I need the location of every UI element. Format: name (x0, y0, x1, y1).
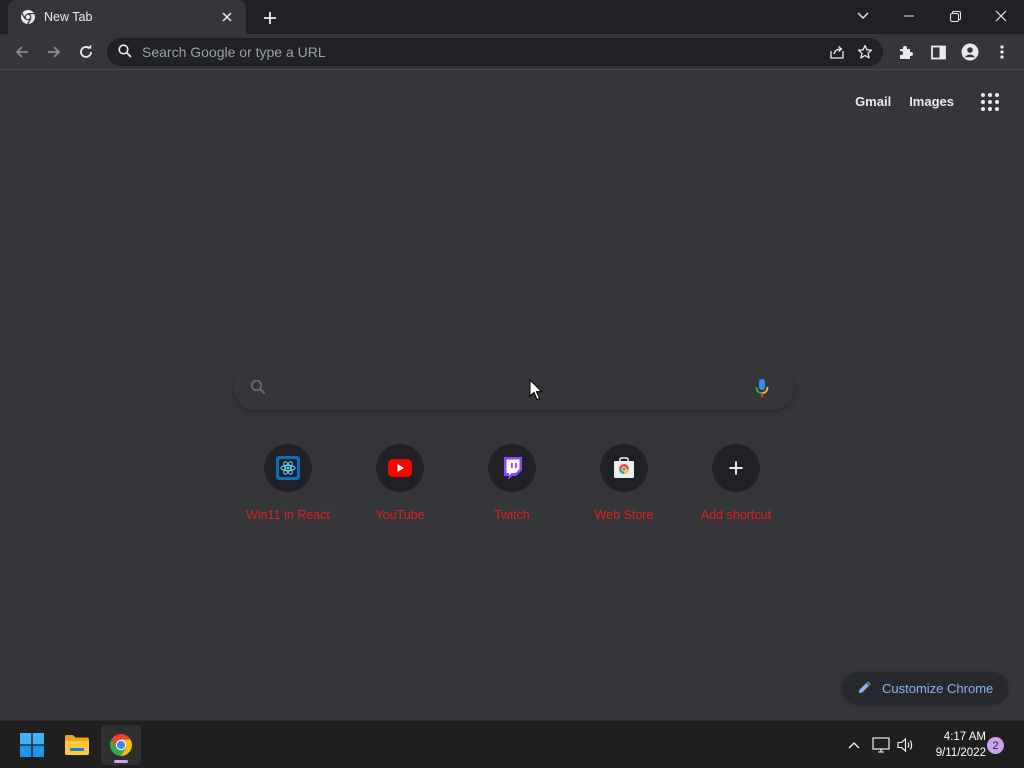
shortcut-web-store[interactable]: Web Store (568, 444, 680, 532)
windows-taskbar: 4:17 AM 9/11/2022 2 (0, 720, 1024, 768)
menu-button[interactable] (988, 38, 1016, 66)
star-icon[interactable] (851, 38, 879, 66)
tab-new-tab[interactable]: New Tab (8, 0, 246, 34)
search-input[interactable] (278, 366, 752, 410)
new-tab-button[interactable] (258, 6, 282, 30)
shortcut-label: Web Store (594, 508, 654, 522)
chrome-icon (20, 9, 36, 25)
shortcut-label: Add shortcut (700, 508, 772, 522)
show-hidden-icons-button[interactable] (842, 733, 866, 757)
arrow-right-icon (46, 44, 62, 60)
close-icon (995, 10, 1007, 22)
omnibox[interactable]: Search Google or type a URL (107, 38, 883, 66)
restore-button[interactable] (932, 0, 978, 32)
reload-icon (78, 44, 94, 60)
pencil-icon (858, 680, 874, 696)
omnibox-placeholder[interactable]: Search Google or type a URL (142, 44, 823, 60)
browser-toolbar: Search Google or type a URL (0, 34, 1024, 70)
chrome-icon (109, 733, 133, 757)
react-logo-icon (276, 456, 300, 480)
arrow-left-icon (14, 44, 30, 60)
clock-time: 4:17 AM (943, 731, 986, 743)
ntp-header-links: Gmail Images (855, 92, 954, 111)
tab-search-button[interactable] (840, 0, 886, 32)
shortcut-win11-in-react[interactable]: Win11 in React (232, 444, 344, 532)
file-explorer-button[interactable] (57, 725, 97, 765)
twitch-icon (501, 456, 523, 480)
customize-chrome-button[interactable]: Customize Chrome (842, 672, 1008, 704)
shortcut-label: YouTube (375, 508, 425, 522)
network-icon (872, 737, 890, 753)
extensions-icon (898, 44, 914, 60)
ntp-search-box[interactable] (234, 366, 794, 410)
shortcut-label: Twitch (494, 508, 530, 522)
system-clock[interactable]: 4:17 AM 9/11/2022 (924, 729, 986, 761)
extensions-button[interactable] (892, 38, 920, 66)
gmail-link[interactable]: Gmail (855, 92, 891, 111)
share-icon[interactable] (823, 38, 851, 66)
chrome-taskbar-button[interactable] (101, 725, 141, 765)
apps-grid-icon[interactable] (976, 88, 1004, 116)
profile-icon (961, 43, 979, 61)
restore-icon (949, 10, 961, 22)
close-window-button[interactable] (978, 0, 1024, 32)
search-icon (250, 379, 268, 397)
shortcuts-grid: Win11 in React YouTube Twitch Web Store … (232, 444, 792, 532)
tab-strip: New Tab (0, 0, 1024, 34)
volume-button[interactable] (894, 733, 918, 757)
active-indicator (114, 760, 128, 763)
chevron-down-icon (857, 12, 869, 20)
back-button[interactable] (8, 38, 36, 66)
shortcut-youtube[interactable]: YouTube (344, 444, 456, 532)
notification-badge[interactable]: 2 (987, 737, 1004, 754)
volume-icon (897, 737, 915, 753)
windows-logo-icon (20, 733, 44, 757)
start-button[interactable] (12, 725, 52, 765)
more-vert-icon (1000, 45, 1004, 59)
customize-chrome-label: Customize Chrome (882, 680, 994, 696)
close-icon[interactable] (218, 8, 236, 26)
tab-title: New Tab (44, 10, 93, 24)
web-store-icon (613, 457, 635, 479)
forward-button[interactable] (40, 38, 68, 66)
side-panel-button[interactable] (924, 38, 952, 66)
minimize-button[interactable] (886, 0, 932, 32)
search-icon (118, 44, 134, 60)
minimize-icon (904, 15, 914, 17)
youtube-icon (388, 459, 412, 477)
shortcut-twitch[interactable]: Twitch (456, 444, 568, 532)
network-button[interactable] (869, 733, 893, 757)
chevron-up-icon (848, 741, 860, 749)
plus-icon (263, 11, 277, 25)
side-panel-icon (930, 45, 946, 60)
folder-icon (64, 734, 90, 756)
clock-date: 9/11/2022 (935, 747, 986, 759)
shortcut-label: Win11 in React (246, 508, 330, 522)
add-shortcut-button[interactable]: Add shortcut (680, 444, 792, 532)
plus-icon (729, 461, 743, 475)
mic-icon[interactable] (752, 377, 772, 399)
reload-button[interactable] (72, 38, 100, 66)
profile-button[interactable] (956, 38, 984, 66)
mouse-cursor-icon (529, 379, 543, 401)
images-link[interactable]: Images (909, 92, 954, 111)
